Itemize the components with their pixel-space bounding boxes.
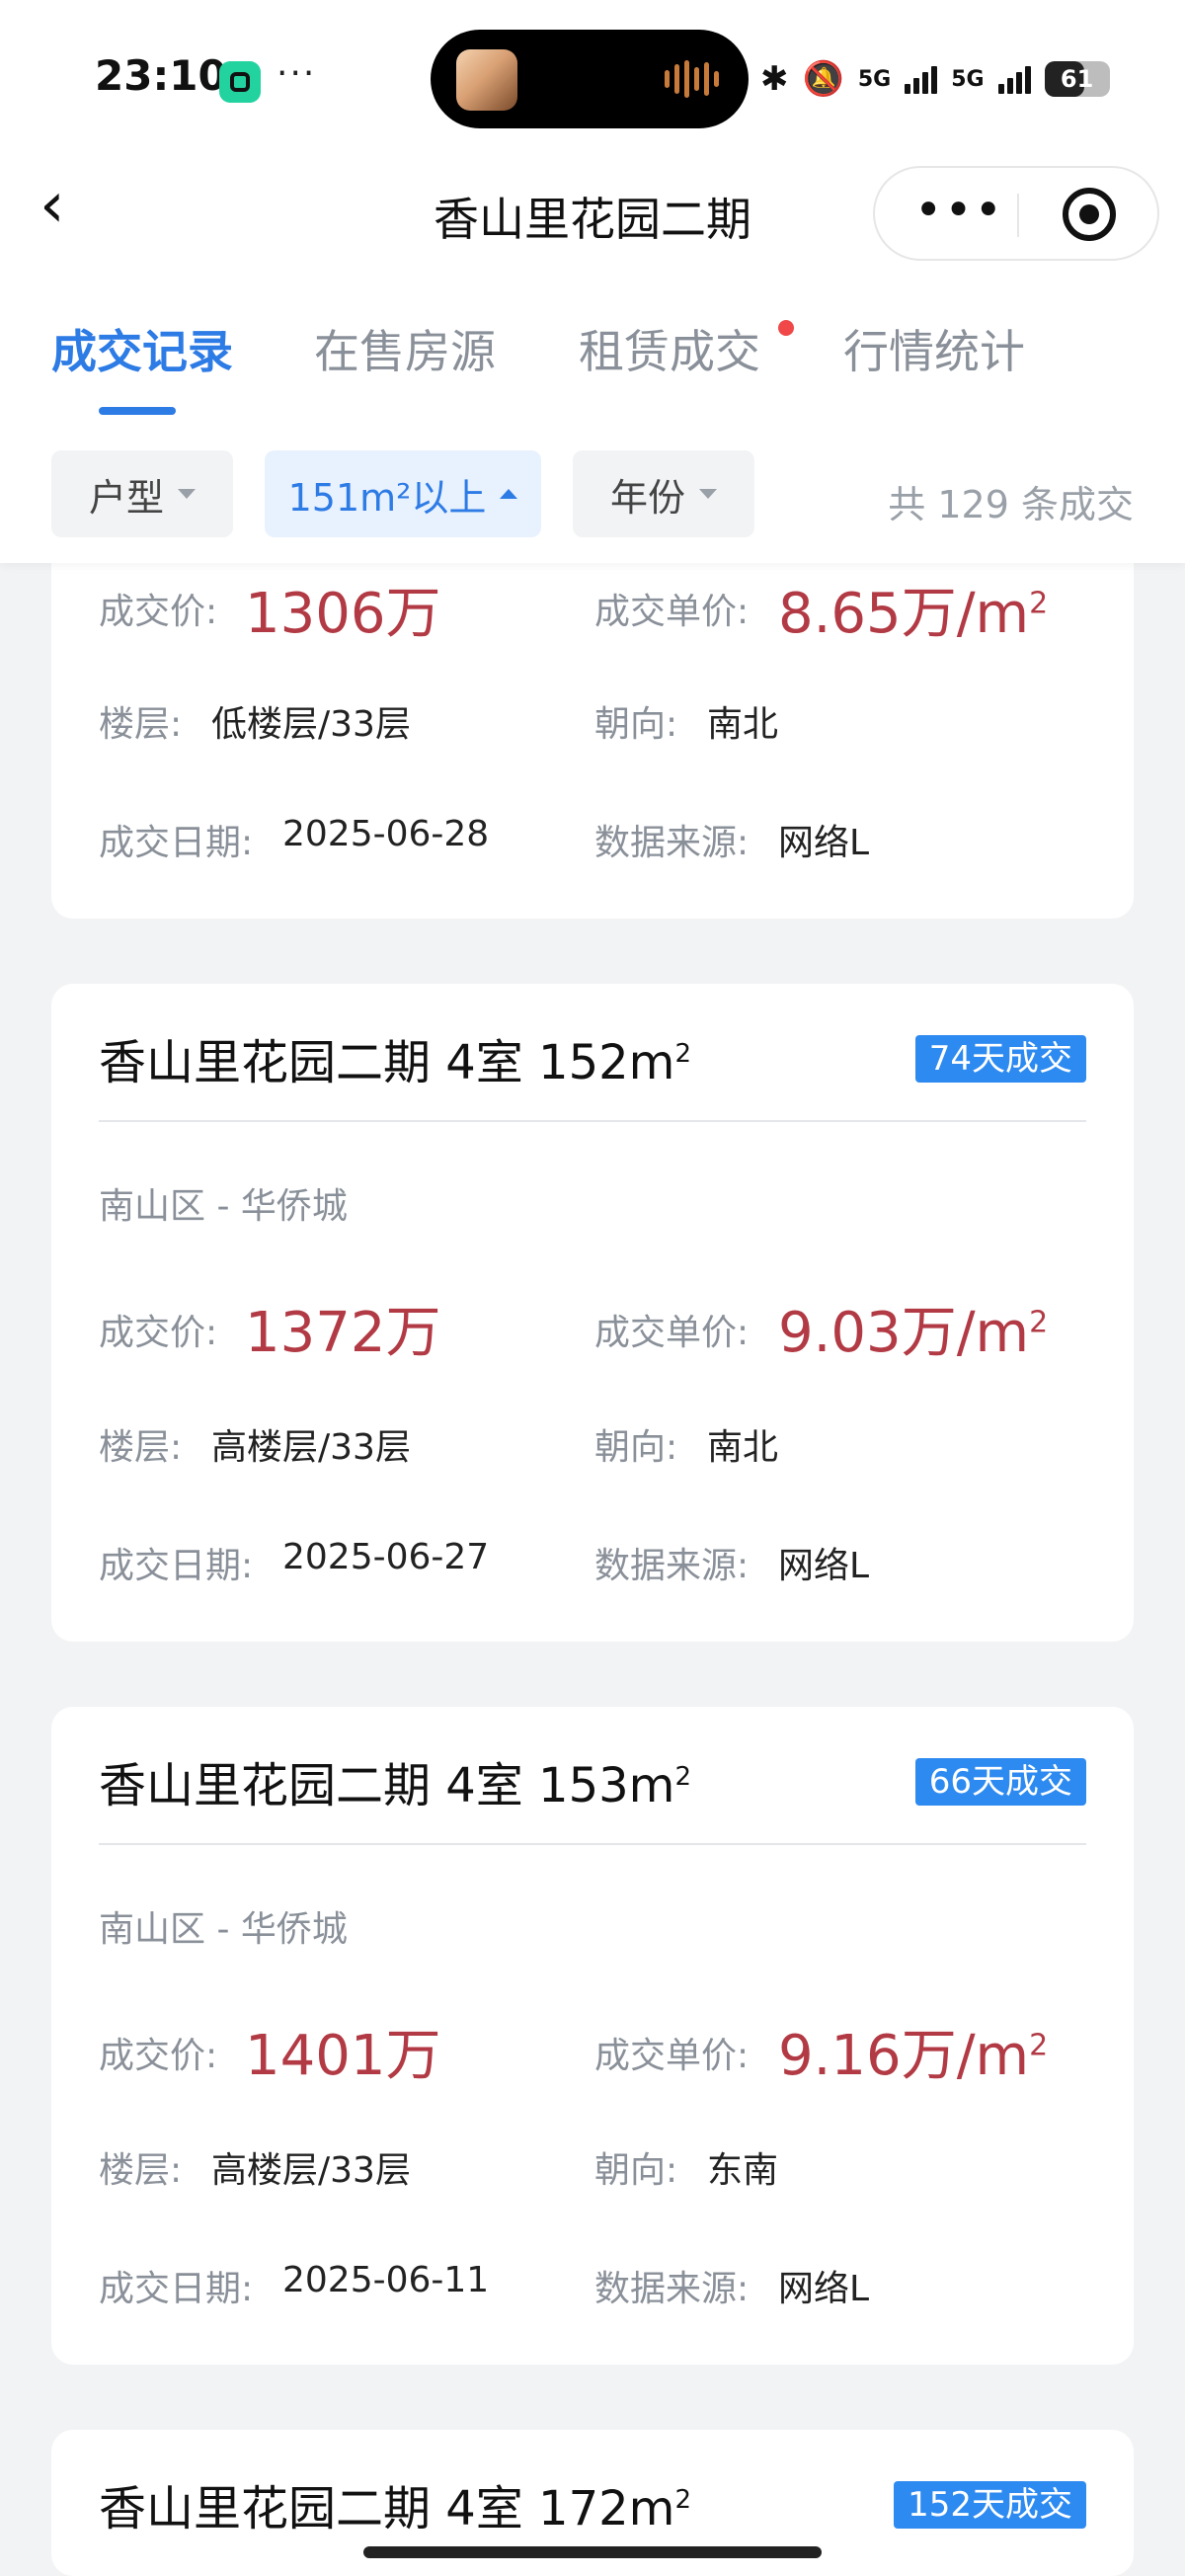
date-value: 2025-06-28	[282, 814, 490, 854]
total-count: 共 129 条成交	[888, 483, 1134, 526]
filter-bar: 户型 151m²以上 年份 共 129 条成交	[0, 450, 1185, 537]
floor-label: 楼层:	[99, 2150, 183, 2191]
filter-room-type-label: 户型	[88, 475, 164, 520]
listing-title-text: 香山里花园二期 4室 172m	[99, 2481, 675, 2536]
source-value: 网络L	[778, 823, 870, 863]
filter-year[interactable]: 年份	[573, 450, 754, 537]
divider	[99, 1843, 1086, 1845]
battery-icon: 61	[1044, 61, 1110, 97]
signal-icon	[905, 64, 938, 94]
tab-deal-records[interactable]: 成交记录	[51, 316, 233, 381]
deal-card[interactable]: 香山里花园二期 4室 153m2 66天成交 南山区 - 华侨城 成交价: 14…	[51, 1707, 1134, 2365]
chevron-down-icon	[178, 489, 196, 499]
filter-year-label: 年份	[609, 475, 685, 520]
orientation-value: 东南	[707, 2150, 779, 2191]
floor-value: 低楼层/33层	[211, 704, 411, 745]
filter-area[interactable]: 151m²以上	[265, 450, 541, 537]
unit-price-value: 9.03万/m	[778, 1301, 1030, 1365]
nav-bar: ‹ 香山里花园二期 •••	[0, 158, 1185, 267]
district: 南山区 - 华侨城	[99, 1186, 348, 1227]
chevron-down-icon	[699, 489, 717, 499]
divider	[99, 1120, 1086, 1122]
district: 南山区 - 华侨城	[99, 1909, 348, 1950]
floor-label: 楼层:	[99, 704, 183, 745]
source-label: 数据来源:	[594, 823, 750, 863]
orientation-label: 朝向:	[594, 1427, 678, 1468]
deal-price: 1401万	[245, 2024, 441, 2088]
date-label: 成交日期:	[99, 823, 254, 863]
more-notifications-icon: ···	[276, 53, 317, 94]
tab-on-sale[interactable]: 在售房源	[314, 316, 496, 381]
header: 23:10 ··· ✱ 🔕 5G 5G 61 ‹ 香山里花园二期 ••• 成交记…	[0, 0, 1185, 563]
orientation-label: 朝向:	[594, 2150, 678, 2191]
dynamic-island[interactable]	[431, 30, 749, 128]
listing-title-text: 香山里花园二期 4室 152m	[99, 1035, 675, 1090]
listing-title: 香山里花园二期 4室 152m2	[99, 1035, 691, 1090]
signal-icon-2	[997, 64, 1031, 94]
date-label: 成交日期:	[99, 1546, 254, 1586]
price-label: 成交价:	[99, 592, 218, 632]
date-value: 2025-06-27	[282, 1537, 490, 1577]
deal-card[interactable]: 香山里花园二期 4室 152m2 74天成交 南山区 - 华侨城 成交价: 13…	[51, 984, 1134, 1642]
filter-area-label: 151m²以上	[287, 475, 487, 520]
network-type-1: 5G	[857, 66, 892, 92]
unit-price: 9.16万/m2	[778, 2024, 1049, 2088]
filter-room-type[interactable]: 户型	[51, 450, 233, 537]
source-label: 数据来源:	[594, 2269, 750, 2309]
music-cover-image	[456, 49, 517, 111]
price-label: 成交价:	[99, 2036, 218, 2076]
home-indicator[interactable]	[363, 2546, 822, 2558]
deal-price: 1372万	[245, 1301, 441, 1365]
floor-label: 楼层:	[99, 1427, 183, 1468]
capsule-divider	[1017, 194, 1019, 237]
tab-active-indicator	[99, 407, 176, 415]
source-value: 网络L	[778, 1546, 870, 1586]
tab-market-stats[interactable]: 行情统计	[843, 316, 1025, 381]
days-to-close-badge: 66天成交	[914, 1758, 1086, 1806]
days-to-close-badge: 152天成交	[894, 2481, 1086, 2529]
unit-price-value: 9.16万/m	[778, 2024, 1030, 2088]
app-notification-icon	[219, 61, 261, 103]
battery-level: 61	[1060, 65, 1094, 93]
orientation-label: 朝向:	[594, 704, 678, 745]
unit-price-value: 8.65万/m	[778, 582, 1030, 646]
listing-title-text: 香山里花园二期 4室 153m	[99, 1758, 675, 1813]
unit-price-label: 成交单价:	[594, 2036, 750, 2076]
tab-rental-deals[interactable]: 租赁成交	[579, 316, 760, 381]
days-to-close-badge: 74天成交	[914, 1035, 1086, 1083]
orientation-value: 南北	[707, 704, 779, 745]
mute-icon: 🔕	[802, 59, 844, 99]
chevron-up-icon	[500, 489, 518, 499]
price-label: 成交价:	[99, 1313, 218, 1353]
unit-price: 8.65万/m2	[778, 582, 1049, 646]
unit-price-label: 成交单价:	[594, 592, 750, 632]
bluetooth-icon: ✱	[760, 59, 789, 99]
status-time: 23:10	[95, 51, 227, 100]
audio-wave-icon	[665, 59, 719, 99]
system-icons: ✱ 🔕 5G 5G 61	[760, 49, 1110, 109]
orientation-value: 南北	[707, 1427, 779, 1468]
tab-notification-dot	[778, 320, 794, 336]
status-bar: 23:10 ··· ✱ 🔕 5G 5G 61	[0, 0, 1185, 158]
source-value: 网络L	[778, 2269, 870, 2309]
date-label: 成交日期:	[99, 2269, 254, 2309]
network-type-2: 5G	[951, 66, 985, 92]
miniprogram-capsule: •••	[873, 166, 1159, 261]
date-value: 2025-06-11	[282, 2260, 490, 2300]
floor-value: 高楼层/33层	[211, 2150, 411, 2191]
listing-title: 香山里花园二期 4室 153m2	[99, 1758, 691, 1813]
floor-value: 高楼层/33层	[211, 1427, 411, 1468]
listing-title: 香山里花园二期 4室 172m2	[99, 2481, 691, 2536]
unit-price-label: 成交单价:	[594, 1313, 750, 1353]
unit-price: 9.03万/m2	[778, 1301, 1049, 1365]
close-miniprogram-icon[interactable]	[1063, 188, 1116, 241]
source-label: 数据来源:	[594, 1546, 750, 1586]
tab-bar: 成交记录 在售房源 租赁成交 行情统计	[0, 316, 1185, 425]
deal-price: 1306万	[245, 582, 441, 646]
more-icon[interactable]: •••	[914, 186, 1002, 235]
